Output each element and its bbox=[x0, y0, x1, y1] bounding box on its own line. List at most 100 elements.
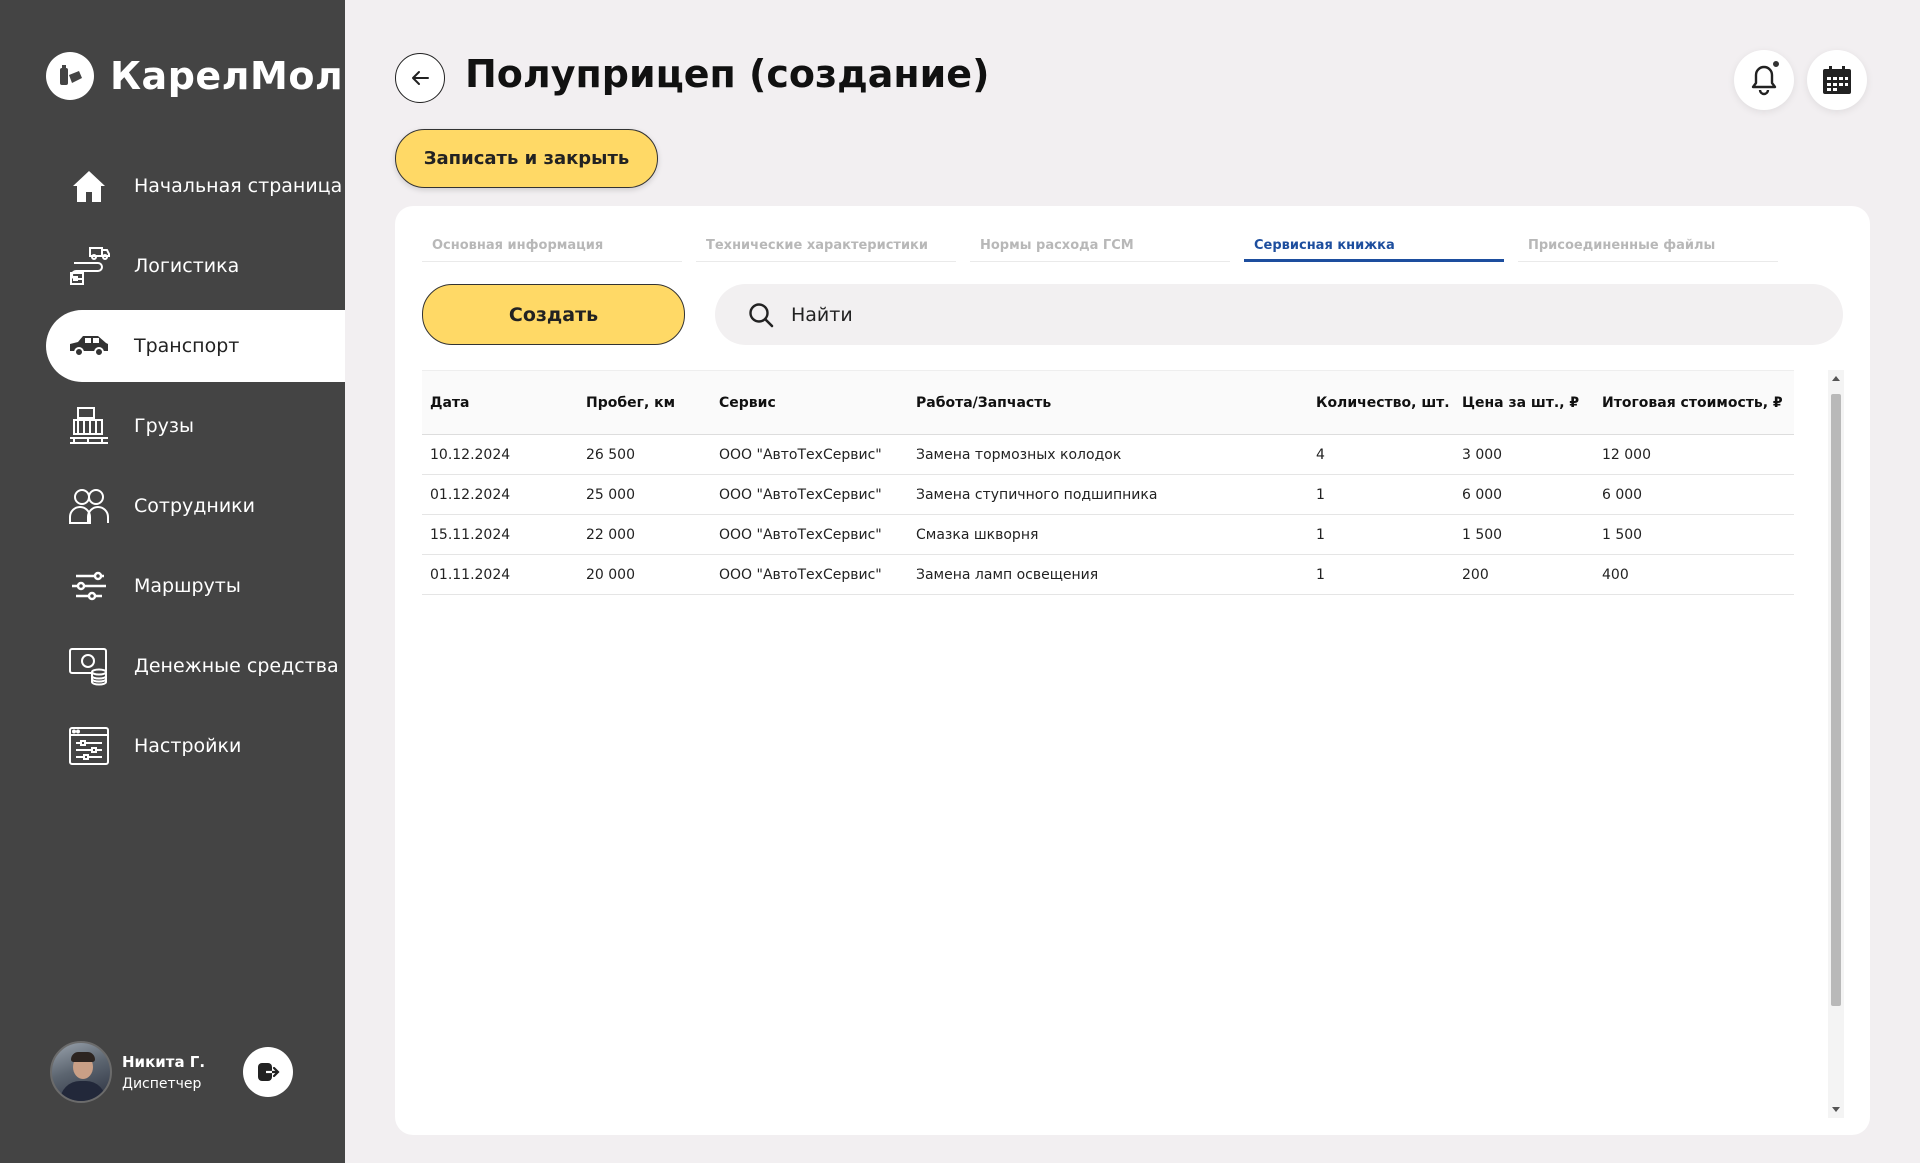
cell-unit-price: 3 000 bbox=[1462, 446, 1503, 463]
content-card: Основная информация Технические характер… bbox=[395, 206, 1870, 1135]
sidebar-item-settings[interactable]: Настройки bbox=[0, 710, 345, 782]
scroll-up-icon[interactable] bbox=[1832, 376, 1840, 381]
settings-icon bbox=[68, 725, 110, 767]
cell-service: ООО "АвтоТехСервис" bbox=[719, 446, 882, 463]
cell-mileage: 22 000 bbox=[586, 526, 635, 543]
sidebar: КарелМол Начальная страница Логистика Тр… bbox=[0, 0, 345, 1163]
cell-mileage: 25 000 bbox=[586, 486, 635, 503]
money-icon bbox=[68, 645, 110, 687]
sidebar-item-routes[interactable]: Маршруты bbox=[0, 550, 345, 622]
sidebar-item-label: Грузы bbox=[134, 415, 194, 437]
brand-logo-icon bbox=[46, 52, 94, 100]
bell-icon bbox=[1751, 65, 1777, 96]
cargo-icon bbox=[68, 405, 110, 447]
sidebar-item-label: Транспорт bbox=[134, 335, 240, 357]
sidebar-item-label: Логистика bbox=[134, 255, 240, 277]
column-header[interactable]: Дата bbox=[422, 370, 578, 435]
vertical-scrollbar[interactable] bbox=[1828, 370, 1844, 1118]
logistics-icon bbox=[68, 245, 110, 287]
page-title: Полуприцеп (создание) bbox=[465, 52, 990, 96]
cell-service: ООО "АвтоТехСервис" bbox=[719, 566, 882, 583]
sidebar-item-transport[interactable]: Транспорт bbox=[46, 310, 345, 382]
column-header[interactable]: Сервис bbox=[711, 370, 908, 435]
cell-service: ООО "АвтоТехСервис" bbox=[719, 486, 882, 503]
column-header[interactable]: Количество, шт. bbox=[1308, 370, 1454, 435]
cell-unit-price: 200 bbox=[1462, 566, 1489, 583]
table-row[interactable]: 15.11.2024 22 000 ООО "АвтоТехСервис" См… bbox=[422, 515, 1794, 555]
logout-icon bbox=[258, 1063, 280, 1081]
cell-quantity: 1 bbox=[1316, 486, 1325, 503]
brand-name: КарелМол bbox=[110, 54, 344, 98]
cell-total: 400 bbox=[1602, 566, 1629, 583]
sidebar-item-label: Денежные средства bbox=[134, 655, 339, 677]
user-name: Никита Г. bbox=[122, 1052, 206, 1071]
sidebar-item-label: Настройки bbox=[134, 735, 242, 757]
service-table: Дата Пробег, км Сервис Работа/Запчасть К… bbox=[422, 370, 1794, 595]
sidebar-nav: Начальная страница Логистика Транспорт Г… bbox=[0, 150, 345, 790]
sidebar-item-home[interactable]: Начальная страница bbox=[0, 150, 345, 222]
home-icon bbox=[68, 165, 110, 207]
table-header-row: Дата Пробег, км Сервис Работа/Запчасть К… bbox=[422, 370, 1794, 435]
cell-date: 01.11.2024 bbox=[430, 566, 511, 583]
cell-mileage: 20 000 bbox=[586, 566, 635, 583]
search-input[interactable]: Найти bbox=[715, 284, 1843, 345]
tab-fuel-norms[interactable]: Нормы расхода ГСМ bbox=[970, 228, 1230, 262]
user-role: Диспетчер bbox=[122, 1075, 202, 1092]
logout-button[interactable] bbox=[243, 1047, 293, 1097]
user-profile[interactable]: Никита Г. Диспетчер bbox=[50, 1041, 205, 1103]
notification-dot bbox=[1772, 60, 1780, 68]
cell-unit-price: 6 000 bbox=[1462, 486, 1503, 503]
cell-total: 12 000 bbox=[1602, 446, 1651, 463]
cell-quantity: 1 bbox=[1316, 526, 1325, 543]
back-button[interactable] bbox=[395, 53, 445, 103]
column-header[interactable]: Итоговая стоимость, ₽ bbox=[1594, 370, 1794, 435]
cell-work: Замена ламп освещения bbox=[916, 566, 1099, 583]
create-button[interactable]: Создать bbox=[422, 284, 685, 345]
brand[interactable]: КарелМол bbox=[46, 52, 343, 100]
tabs: Основная информация Технические характер… bbox=[422, 228, 1792, 262]
column-header[interactable]: Цена за шт., ₽ bbox=[1454, 370, 1594, 435]
cell-total: 6 000 bbox=[1602, 486, 1643, 503]
column-header[interactable]: Пробег, км bbox=[578, 370, 711, 435]
scroll-down-icon[interactable] bbox=[1832, 1107, 1840, 1112]
cell-date: 01.12.2024 bbox=[430, 486, 511, 503]
table-row[interactable]: 01.12.2024 25 000 ООО "АвтоТехСервис" За… bbox=[422, 475, 1794, 515]
cell-date: 15.11.2024 bbox=[430, 526, 511, 543]
table-row[interactable]: 01.11.2024 20 000 ООО "АвтоТехСервис" За… bbox=[422, 555, 1794, 595]
cell-work: Замена ступичного подшипника bbox=[916, 486, 1158, 503]
search-icon bbox=[749, 302, 774, 327]
tab-attached-files[interactable]: Присоединенные файлы bbox=[1518, 228, 1778, 262]
avatar bbox=[50, 1041, 112, 1103]
search-placeholder: Найти bbox=[791, 303, 853, 326]
table-row[interactable]: 10.12.2024 26 500 ООО "АвтоТехСервис" За… bbox=[422, 435, 1794, 475]
column-header[interactable]: Работа/Запчасть bbox=[908, 370, 1308, 435]
tab-main-info[interactable]: Основная информация bbox=[422, 228, 682, 262]
cell-quantity: 4 bbox=[1316, 446, 1325, 463]
cell-unit-price: 1 500 bbox=[1462, 526, 1503, 543]
cell-work: Смазка шкворня bbox=[916, 526, 1039, 543]
sidebar-item-label: Начальная страница bbox=[134, 175, 343, 197]
cell-service: ООО "АвтоТехСервис" bbox=[719, 526, 882, 543]
calendar-button[interactable] bbox=[1807, 50, 1867, 110]
truck-icon bbox=[68, 325, 110, 367]
cell-work: Замена тормозных колодок bbox=[916, 446, 1122, 463]
sidebar-item-money[interactable]: Денежные средства bbox=[0, 630, 345, 702]
notifications-button[interactable] bbox=[1734, 50, 1794, 110]
arrow-left-icon bbox=[412, 71, 429, 85]
employees-icon bbox=[68, 485, 110, 527]
sidebar-item-logistics[interactable]: Логистика bbox=[0, 230, 345, 302]
tab-tech-specs[interactable]: Технические характеристики bbox=[696, 228, 956, 262]
routes-icon bbox=[68, 565, 110, 607]
sidebar-item-label: Маршруты bbox=[134, 575, 241, 597]
sidebar-item-label: Сотрудники bbox=[134, 495, 255, 517]
sidebar-item-employees[interactable]: Сотрудники bbox=[0, 470, 345, 542]
cell-total: 1 500 bbox=[1602, 526, 1643, 543]
save-and-close-button[interactable]: Записать и закрыть bbox=[395, 129, 658, 188]
scroll-thumb[interactable] bbox=[1831, 394, 1841, 1006]
sidebar-item-cargo[interactable]: Грузы bbox=[0, 390, 345, 462]
cell-quantity: 1 bbox=[1316, 566, 1325, 583]
tab-service-book[interactable]: Сервисная книжка bbox=[1244, 228, 1504, 262]
cell-date: 10.12.2024 bbox=[430, 446, 511, 463]
calendar-icon bbox=[1823, 66, 1851, 94]
cell-mileage: 26 500 bbox=[586, 446, 635, 463]
